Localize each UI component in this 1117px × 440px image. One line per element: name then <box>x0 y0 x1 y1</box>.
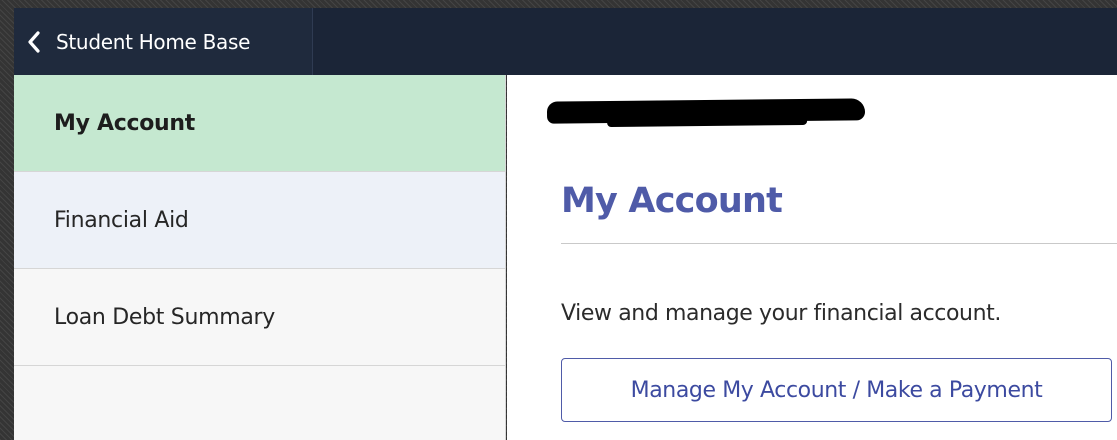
app-window: Student Home Base My Account Financial A… <box>14 8 1117 440</box>
sidebar-item-loan-debt-summary[interactable]: Loan Debt Summary <box>14 269 505 366</box>
back-label: Student Home Base <box>56 29 251 54</box>
title-divider <box>561 243 1117 244</box>
page-description: View and manage your financial account. <box>561 301 1001 326</box>
sidebar-item-label: My Account <box>54 110 195 136</box>
manage-account-button[interactable]: Manage My Account / Make a Payment <box>561 358 1112 422</box>
back-to-home-button[interactable]: Student Home Base <box>14 8 313 75</box>
sidebar-item-my-account[interactable]: My Account <box>14 75 505 172</box>
sidebar-item-label: Loan Debt Summary <box>54 304 276 330</box>
page-title: My Account <box>561 181 783 221</box>
redacted-name <box>546 98 866 124</box>
sidebar-item-label: Financial Aid <box>54 207 189 233</box>
sidebar-item-financial-aid[interactable]: Financial Aid <box>14 172 505 269</box>
chevron-left-icon <box>24 30 44 54</box>
main-content: My Account View and manage your financia… <box>507 75 1117 440</box>
sidebar: My Account Financial Aid Loan Debt Summa… <box>14 75 506 440</box>
top-bar: Student Home Base <box>14 8 1117 75</box>
